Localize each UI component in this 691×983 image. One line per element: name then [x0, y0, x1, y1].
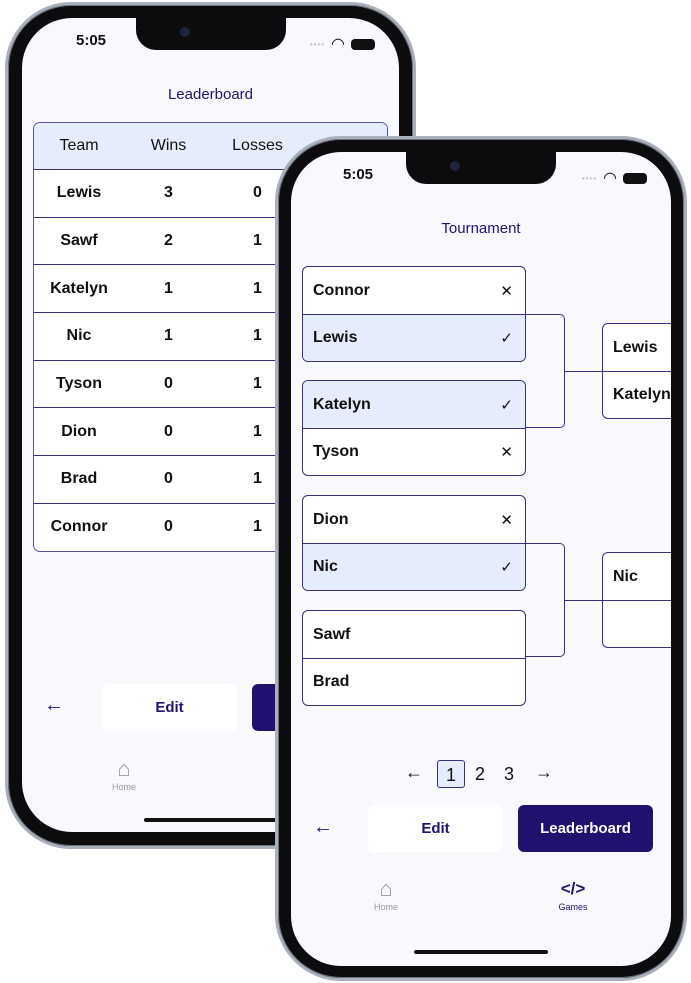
table-cell: Brad	[60, 470, 98, 488]
notch	[135, 18, 286, 50]
check-icon: ✓	[500, 559, 513, 576]
bracket-connector	[526, 543, 565, 657]
team-slot[interactable]: Nic ✓	[303, 543, 525, 590]
battery-icon	[351, 38, 375, 50]
phone-tournament: 5:05 •••• ◠ Tournament Connor ✕ Lewis ✓ Katel…	[275, 136, 687, 981]
team-name: Tyson	[313, 443, 359, 460]
team-slot[interactable]: Brad	[303, 658, 525, 705]
team-slot[interactable]: Katelyn	[603, 371, 671, 418]
match-card[interactable]: Katelyn ✓ Tyson ✕	[302, 380, 526, 476]
code-icon: </>	[560, 879, 586, 898]
col-losses: Losses	[232, 137, 283, 154]
match-card[interactable]: Nic	[602, 552, 671, 648]
status-time: 5:05	[76, 32, 107, 49]
back-arrow-icon[interactable]: ←	[44, 694, 64, 717]
leaderboard-button[interactable]: Leaderboard	[518, 805, 653, 852]
team-slot[interactable]: Lewis ✓	[303, 314, 525, 361]
team-name: Sawf	[313, 625, 351, 643]
table-cell: Dion	[61, 422, 97, 440]
team-name: Katelyn	[613, 386, 671, 403]
table-cell: Nic	[66, 327, 92, 345]
team-name: Nic	[313, 558, 338, 575]
table-cell: Connor	[50, 518, 108, 536]
table-cell: 0	[164, 375, 173, 393]
notch	[406, 152, 556, 184]
check-icon: ✓	[500, 330, 513, 347]
back-arrow-icon[interactable]: ←	[313, 816, 333, 839]
next-page-arrow[interactable]: →	[535, 762, 553, 783]
team-name: Lewis	[313, 329, 358, 346]
nav-home[interactable]: ⌂ Home	[356, 876, 416, 912]
table-cell: Sawf	[60, 232, 98, 250]
x-icon: ✕	[500, 444, 513, 461]
table-cell: 3	[164, 184, 173, 202]
page-2[interactable]: 2	[466, 760, 494, 788]
check-icon: ✓	[500, 396, 513, 414]
prev-page-arrow[interactable]: ←	[405, 762, 423, 783]
table-cell: 1	[164, 279, 173, 297]
team-slot[interactable]	[603, 600, 671, 647]
nav-games[interactable]: </> Games	[543, 876, 603, 912]
bracket-connector	[565, 371, 602, 372]
wifi-icon: ◠	[603, 170, 617, 187]
table-cell: 0	[164, 470, 173, 488]
page-title: Leaderboard	[167, 86, 254, 103]
nav-home[interactable]: ⌂ Home	[94, 756, 154, 792]
home-indicator	[143, 818, 278, 822]
home-icon: ⌂	[379, 876, 393, 901]
table-cell: Katelyn	[50, 279, 108, 297]
col-team: Team	[59, 137, 99, 154]
table-cell: 2	[164, 232, 173, 250]
table-cell: 0	[164, 518, 173, 536]
screen: 5:05 •••• ◠ Tournament Connor ✕ Lewis ✓ Katel…	[291, 152, 671, 966]
edit-button[interactable]: Edit	[368, 805, 503, 852]
edit-button[interactable]: Edit	[102, 684, 237, 731]
match-card[interactable]: Connor ✕ Lewis ✓	[302, 266, 526, 362]
team-slot[interactable]: Dion ✕	[303, 496, 525, 543]
team-name: Connor	[313, 281, 370, 299]
x-icon: ✕	[500, 511, 513, 529]
team-name: Katelyn	[313, 395, 371, 413]
team-slot[interactable]: Connor ✕	[303, 267, 525, 314]
match-card[interactable]: Sawf Brad	[302, 610, 526, 706]
col-wins: Wins	[150, 137, 187, 154]
status-time: 5:05	[343, 166, 374, 183]
table-cell: Lewis	[56, 184, 102, 202]
page-title: Tournament	[441, 220, 521, 237]
table-cell: 0	[164, 422, 173, 440]
page-1[interactable]: 1	[437, 760, 465, 788]
home-icon: ⌂	[117, 756, 131, 781]
status-icons: •••• ◠	[582, 168, 647, 188]
team-name: Lewis	[613, 338, 658, 356]
match-card[interactable]: Dion ✕ Nic ✓	[302, 495, 526, 591]
wifi-icon: ◠	[331, 36, 345, 53]
bracket-connector	[526, 314, 565, 428]
bracket-connector	[565, 600, 602, 601]
team-slot[interactable]: Sawf	[303, 611, 525, 658]
team-slot[interactable]: Tyson ✕	[303, 428, 525, 475]
status-icons: •••• ◠	[310, 34, 375, 54]
home-indicator	[414, 950, 548, 954]
table-cell: 1	[164, 327, 173, 345]
team-slot[interactable]: Katelyn ✓	[303, 381, 525, 428]
match-card[interactable]: Lewis Katelyn	[602, 323, 671, 419]
team-slot[interactable]: Lewis	[603, 324, 671, 371]
x-icon: ✕	[500, 282, 513, 300]
team-name: Nic	[613, 567, 638, 585]
team-name: Brad	[313, 673, 350, 690]
team-slot[interactable]: Nic	[603, 553, 671, 600]
team-name: Dion	[313, 510, 349, 528]
page-3[interactable]: 3	[495, 760, 523, 788]
battery-icon	[623, 172, 647, 184]
table-cell: Tyson	[56, 375, 102, 393]
